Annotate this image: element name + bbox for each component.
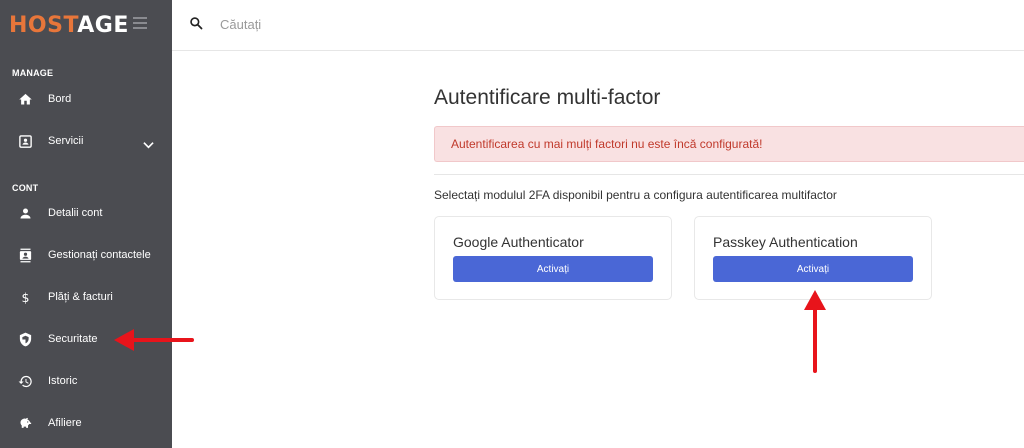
instruction-text: Selectați modulul 2FA disponibil pentru …	[434, 188, 837, 202]
sidebar-item-afiliere[interactable]: Afiliere	[0, 408, 172, 438]
sidebar-item-detalii-cont[interactable]: Detalii cont	[0, 198, 172, 228]
search-input[interactable]	[220, 14, 520, 34]
sidebar: HOSTAGE MANAGE Bord Servicii CONT Detali…	[0, 0, 172, 448]
sidebar-item-label: Gestionați contactele	[48, 249, 151, 261]
section-label-cont: CONT	[12, 183, 39, 193]
top-bar	[172, 0, 1024, 51]
home-icon	[18, 92, 33, 107]
search-icon[interactable]	[189, 16, 203, 35]
chevron-down-icon[interactable]	[143, 136, 154, 154]
module-card-passkey-authentication: Passkey Authentication Activați	[694, 216, 932, 300]
brand-logo[interactable]: HOSTAGE	[9, 14, 129, 38]
page-title: Autentificare multi-factor	[434, 86, 661, 109]
alert-banner: Autentificarea cu mai mulți factori nu e…	[434, 126, 1024, 162]
sidebar-item-securitate[interactable]: Securitate	[0, 324, 172, 354]
module-card-google-authenticator: Google Authenticator Activați	[434, 216, 672, 300]
sidebar-item-label: Servicii	[48, 135, 84, 147]
sidebar-item-label: Afiliere	[48, 417, 82, 429]
sidebar-item-label: Securitate	[48, 333, 98, 345]
sidebar-item-label: Bord	[48, 93, 72, 105]
alert-text: Autentificarea cu mai mulți factori nu e…	[451, 137, 763, 151]
svg-text:$: $	[22, 290, 30, 305]
sidebar-item-label: Istoric	[48, 375, 78, 387]
brand-logo-age: AGE	[77, 13, 129, 38]
sidebar-item-bord[interactable]: Bord	[0, 84, 172, 114]
logo-row: HOSTAGE	[0, 0, 172, 52]
sidebar-item-gestionati-contactele[interactable]: Gestionați contactele	[0, 240, 172, 270]
piggy-bank-icon	[18, 416, 33, 431]
user-icon	[18, 206, 33, 221]
activate-google-authenticator-button[interactable]: Activați	[453, 256, 653, 282]
module-title: Passkey Authentication	[713, 234, 858, 250]
sidebar-item-label: Plăți & facturi	[48, 291, 113, 303]
arrow-to-passkey-button	[804, 290, 826, 373]
activate-passkey-button[interactable]: Activați	[713, 256, 913, 282]
dollar-icon: $	[18, 290, 33, 305]
section-label-manage: MANAGE	[12, 68, 54, 78]
sidebar-item-istoric[interactable]: Istoric	[0, 366, 172, 396]
sidebar-item-plati-facturi[interactable]: $ Plăți & facturi	[0, 282, 172, 312]
divider	[434, 174, 1024, 175]
module-title: Google Authenticator	[453, 234, 584, 250]
brand-logo-host: HOST	[9, 13, 78, 38]
sidebar-item-servicii[interactable]: Servicii	[0, 126, 172, 156]
history-icon	[18, 374, 33, 389]
contacts-icon	[18, 248, 33, 263]
menu-toggle-icon[interactable]	[133, 17, 147, 29]
services-icon	[18, 134, 33, 149]
shield-icon	[18, 332, 33, 347]
sidebar-item-label: Detalii cont	[48, 207, 103, 219]
